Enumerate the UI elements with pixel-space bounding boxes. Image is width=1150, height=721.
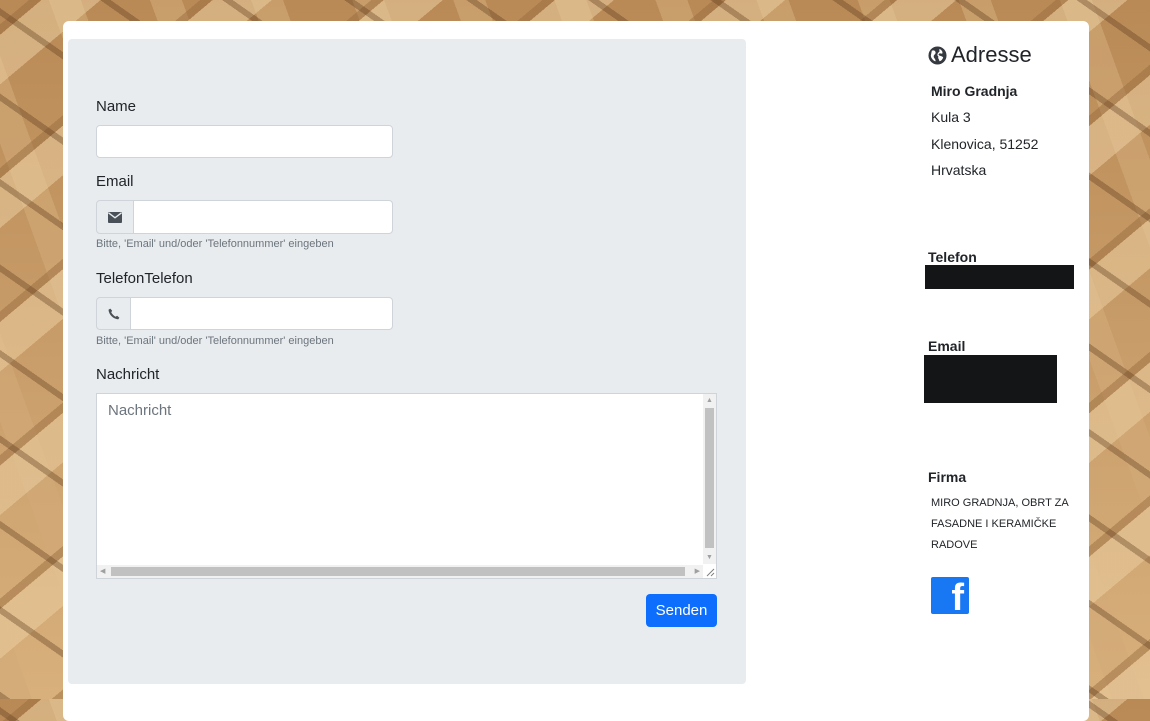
address-street: Kula 3 — [931, 109, 971, 125]
scroll-up-icon[interactable]: ▲ — [706, 397, 713, 404]
phone-label: TelefonTelefon — [96, 270, 193, 287]
envelope-icon — [108, 211, 122, 223]
address-title: Adresse — [951, 42, 1032, 67]
vertical-scrollbar[interactable]: ▲ ▼ — [703, 394, 716, 564]
vertical-scroll-thumb[interactable] — [705, 408, 714, 548]
name-input[interactable] — [96, 125, 393, 158]
phone-heading: Telefon — [928, 249, 977, 265]
scroll-left-icon[interactable]: ◀ — [100, 568, 105, 575]
horizontal-scrollbar[interactable]: ◀ ▶ — [97, 565, 703, 578]
facebook-glyph: f — [951, 577, 964, 614]
phone-icon — [108, 308, 119, 319]
email-label: Email — [96, 173, 134, 190]
facebook-icon[interactable]: f — [931, 577, 969, 614]
email-help-text: Bitte, 'Email' und/oder 'Telefonnummer' … — [96, 238, 334, 250]
globe-icon — [928, 45, 947, 65]
phone-input[interactable] — [130, 297, 393, 330]
phone-addon — [96, 297, 131, 330]
address-country: Hrvatska — [931, 162, 987, 178]
horizontal-scroll-thumb[interactable] — [111, 567, 685, 576]
address-heading: Adresse — [928, 42, 1032, 68]
email-addon — [96, 200, 134, 234]
address-name: Miro Gradnja — [931, 83, 1018, 99]
scroll-down-icon[interactable]: ▼ — [706, 554, 713, 561]
email-heading: Email — [928, 338, 966, 354]
message-textarea[interactable]: Nachricht ▲ ▼ ◀ ▶ — [96, 393, 717, 579]
resize-handle-icon[interactable] — [704, 566, 715, 577]
email-redacted — [924, 355, 1057, 403]
phone-redacted — [925, 265, 1074, 289]
email-input[interactable] — [133, 200, 393, 234]
scroll-right-icon[interactable]: ▶ — [695, 568, 700, 575]
address-city: Klenovica, 51252 — [931, 136, 1039, 152]
name-label: Name — [96, 98, 137, 115]
company-name: MIRO GRADNJA, OBRT ZA FASADNE I KERAMIČK… — [931, 497, 1069, 551]
company-heading: Firma — [928, 469, 967, 485]
message-placeholder: Nachricht — [108, 402, 172, 419]
send-button[interactable]: Senden — [646, 594, 717, 627]
message-label: Nachricht — [96, 366, 160, 383]
phone-help-text: Bitte, 'Email' und/oder 'Telefonnummer' … — [96, 335, 334, 347]
